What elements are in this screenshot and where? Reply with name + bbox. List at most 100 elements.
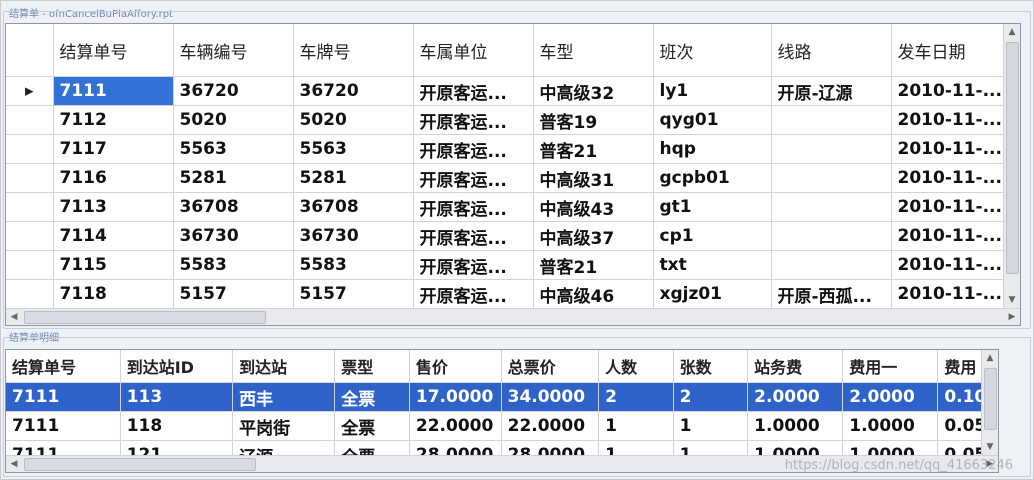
- table-cell[interactable]: cp1: [653, 221, 772, 251]
- column-header[interactable]: 线路: [771, 24, 892, 77]
- table-cell[interactable]: 22.0000: [409, 411, 502, 441]
- table-cell[interactable]: 5583: [293, 250, 414, 280]
- table-cell[interactable]: 2.0000: [747, 382, 844, 412]
- table-cell[interactable]: gcpb01: [653, 163, 772, 193]
- column-header[interactable]: 发车日期: [891, 24, 1012, 77]
- table-cell[interactable]: 2: [673, 382, 749, 412]
- vertical-scroll-thumb[interactable]: [984, 368, 997, 430]
- table-cell[interactable]: 开原客运...: [413, 221, 534, 251]
- table-cell[interactable]: 118: [120, 411, 234, 441]
- table-cell[interactable]: 5020: [293, 105, 414, 135]
- column-header[interactable]: 售价: [409, 350, 502, 383]
- table-cell[interactable]: 34.0000: [501, 382, 600, 412]
- table-cell[interactable]: ly1: [653, 76, 772, 106]
- column-header[interactable]: 车属单位: [413, 24, 534, 77]
- scroll-left-arrow-icon[interactable]: ◀: [6, 456, 22, 472]
- column-header[interactable]: 总票价: [501, 350, 600, 383]
- column-header[interactable]: 站务费: [747, 350, 844, 383]
- horizontal-scroll-thumb[interactable]: [24, 458, 256, 471]
- table-cell[interactable]: 开原客运...: [413, 134, 534, 164]
- scroll-right-arrow-icon[interactable]: ▶: [1004, 309, 1020, 325]
- table-cell[interactable]: [771, 105, 892, 135]
- table-cell[interactable]: 中高级46: [533, 279, 654, 309]
- table-row[interactable]: 7117 5563 5563 开原客运... 普客21 hqp 2010-11-…: [6, 134, 1012, 164]
- scroll-down-arrow-icon[interactable]: ▼: [1004, 292, 1020, 308]
- table-cell[interactable]: 2010-11-...: [891, 76, 1012, 106]
- table-cell[interactable]: 36730: [293, 221, 414, 251]
- column-header[interactable]: 车辆编号: [173, 24, 294, 77]
- column-header[interactable]: 结算单号: [6, 350, 121, 383]
- table-cell[interactable]: 1: [598, 411, 674, 441]
- table-cell[interactable]: 36720: [293, 76, 414, 106]
- row-header[interactable]: [6, 221, 54, 251]
- table-row[interactable]: 7112 5020 5020 开原客运... 普客19 qyg01 2010-1…: [6, 105, 1012, 135]
- table-cell[interactable]: 7116: [53, 163, 174, 193]
- table-cell[interactable]: [771, 134, 892, 164]
- column-header[interactable]: 到达站ID: [120, 350, 234, 383]
- table-cell[interactable]: 2: [598, 382, 674, 412]
- table-cell[interactable]: 普客21: [533, 250, 654, 280]
- table-cell[interactable]: 7117: [53, 134, 174, 164]
- table-cell[interactable]: 5281: [173, 163, 294, 193]
- table-cell[interactable]: 113: [120, 382, 234, 412]
- scroll-up-arrow-icon[interactable]: ▲: [982, 350, 998, 366]
- table-cell[interactable]: 5281: [293, 163, 414, 193]
- table-row[interactable]: 7118 5157 5157 开原客运... 中高级46 xgjz01 开原-西…: [6, 279, 1012, 309]
- vertical-scrollbar[interactable]: ▲ ▼: [981, 350, 998, 455]
- table-row[interactable]: 7115 5583 5583 开原客运... 普客21 txt 2010-11-…: [6, 250, 1012, 280]
- scroll-up-arrow-icon[interactable]: ▲: [1004, 24, 1020, 40]
- table-cell[interactable]: 7115: [53, 250, 174, 280]
- table-cell[interactable]: 中高级37: [533, 221, 654, 251]
- scroll-left-arrow-icon[interactable]: ◀: [6, 309, 22, 325]
- table-cell[interactable]: 5563: [293, 134, 414, 164]
- row-header[interactable]: [6, 134, 54, 164]
- table-cell[interactable]: 开原客运...: [413, 163, 534, 193]
- table-cell[interactable]: 开原客运...: [413, 250, 534, 280]
- column-header[interactable]: 结算单号: [53, 24, 174, 77]
- table-cell[interactable]: 平岗街: [232, 411, 336, 441]
- column-header[interactable]: 人数: [598, 350, 674, 383]
- row-header[interactable]: [6, 163, 54, 193]
- table-row[interactable]: 7111 113 西丰 全票 17.0000 34.0000 2 2 2.000…: [6, 382, 998, 412]
- column-header[interactable]: 车型: [533, 24, 654, 77]
- table-cell[interactable]: 普客19: [533, 105, 654, 135]
- table-cell[interactable]: 7114: [53, 221, 174, 251]
- table-cell[interactable]: 全票: [334, 382, 410, 412]
- table-cell[interactable]: 开原客运...: [413, 192, 534, 222]
- table-row[interactable]: ▸ 7111 36720 36720 开原客运... 中高级32 ly1 开原-…: [6, 76, 1012, 106]
- table-cell[interactable]: 1.0000: [842, 411, 939, 441]
- table-cell[interactable]: hqp: [653, 134, 772, 164]
- horizontal-scroll-thumb[interactable]: [24, 311, 266, 324]
- table-cell[interactable]: 开原-辽源: [771, 76, 892, 106]
- table-cell[interactable]: 5020: [173, 105, 294, 135]
- scroll-down-arrow-icon[interactable]: ▼: [982, 439, 998, 455]
- table-row[interactable]: 7113 36708 36708 开原客运... 中高级43 gt1 2010-…: [6, 192, 1012, 222]
- column-header[interactable]: 车牌号: [293, 24, 414, 77]
- row-header[interactable]: [6, 105, 54, 135]
- column-header[interactable]: 到达站: [232, 350, 336, 383]
- table-cell[interactable]: 36708: [293, 192, 414, 222]
- table-cell[interactable]: 7113: [53, 192, 174, 222]
- table-cell[interactable]: [771, 221, 892, 251]
- table-cell[interactable]: xgjz01: [653, 279, 772, 309]
- table-cell[interactable]: 22.0000: [501, 411, 600, 441]
- table-cell[interactable]: gt1: [653, 192, 772, 222]
- table-row[interactable]: 7116 5281 5281 开原客运... 中高级31 gcpb01 2010…: [6, 163, 1012, 193]
- table-cell[interactable]: 7112: [53, 105, 174, 135]
- table-cell[interactable]: 开原客运...: [413, 105, 534, 135]
- table-cell[interactable]: 2010-11-...: [891, 192, 1012, 222]
- vertical-scroll-thumb[interactable]: [1006, 42, 1019, 274]
- table-cell[interactable]: 开原客运...: [413, 76, 534, 106]
- settlement-grid[interactable]: 结算单号 车辆编号 车牌号 车属单位 车型 班次 线路 发车日期 ▸ 7111 …: [5, 23, 1021, 326]
- row-header[interactable]: [6, 250, 54, 280]
- table-cell[interactable]: 7111: [53, 76, 174, 106]
- table-cell[interactable]: 开原客运...: [413, 279, 534, 309]
- table-cell[interactable]: 中高级32: [533, 76, 654, 106]
- table-cell[interactable]: 7111: [6, 411, 121, 441]
- table-cell[interactable]: 中高级43: [533, 192, 654, 222]
- table-cell[interactable]: 36708: [173, 192, 294, 222]
- table-cell[interactable]: 全票: [334, 411, 410, 441]
- table-cell[interactable]: 5157: [293, 279, 414, 309]
- row-header[interactable]: [6, 279, 54, 309]
- vertical-scrollbar[interactable]: ▲ ▼: [1003, 24, 1020, 308]
